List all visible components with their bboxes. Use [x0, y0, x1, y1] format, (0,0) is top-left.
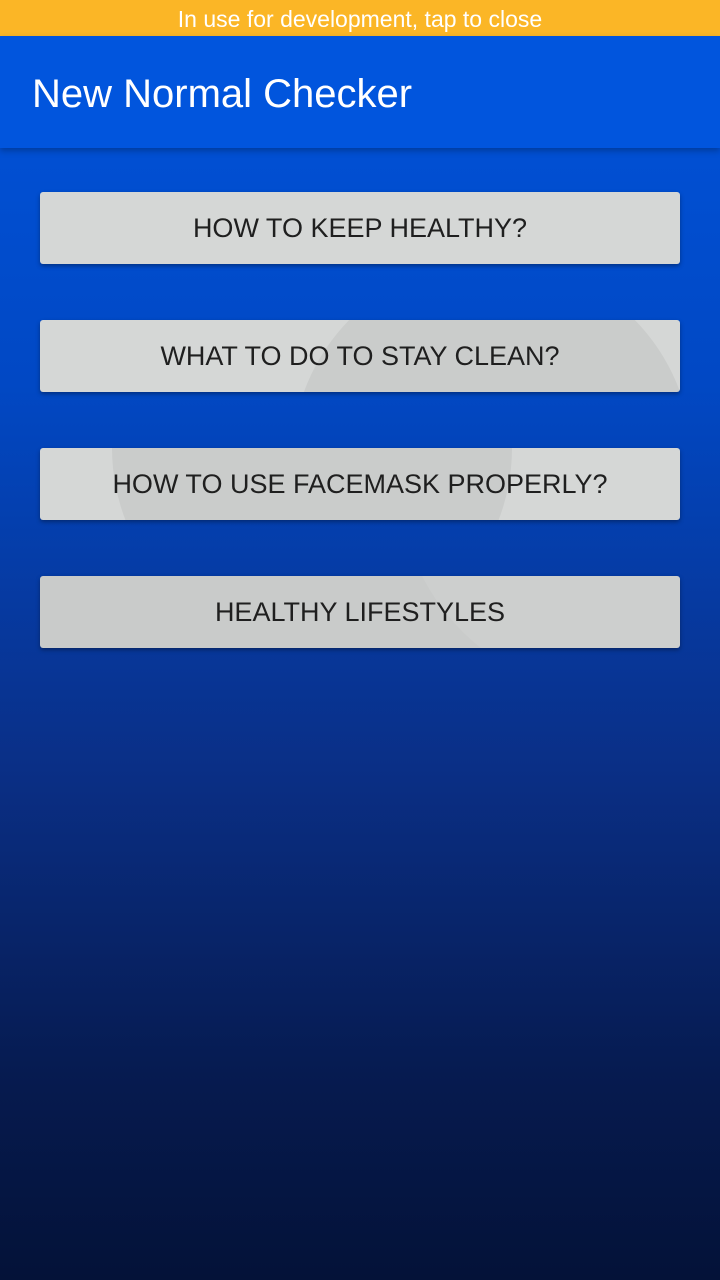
facemask-button[interactable]: HOW TO USE FACEMASK PROPERLY?: [40, 448, 680, 520]
keep-healthy-button[interactable]: HOW TO KEEP HEALTHY?: [40, 192, 680, 264]
stay-clean-button[interactable]: WHAT TO DO TO STAY CLEAN?: [40, 320, 680, 392]
main-menu: HOW TO KEEP HEALTHY? WHAT TO DO TO STAY …: [40, 192, 680, 704]
keep-healthy-button-label: HOW TO KEEP HEALTHY?: [192, 212, 528, 243]
stay-clean-button-label: WHAT TO DO TO STAY CLEAN?: [160, 340, 560, 371]
healthy-lifestyles-button-label: HEALTHY LIFESTYLES: [214, 596, 506, 627]
screen: In use for development, tap to close New…: [0, 0, 720, 1280]
healthy-lifestyles-button[interactable]: HEALTHY LIFESTYLES: [40, 576, 680, 648]
app-bar: New Normal Checker: [0, 36, 720, 148]
facemask-button-label: HOW TO USE FACEMASK PROPERLY?: [112, 468, 608, 499]
app-title: New Normal Checker: [32, 72, 413, 116]
dev-mode-banner-text: In use for development, tap to close: [177, 6, 543, 32]
dev-mode-banner[interactable]: In use for development, tap to close: [0, 0, 720, 36]
